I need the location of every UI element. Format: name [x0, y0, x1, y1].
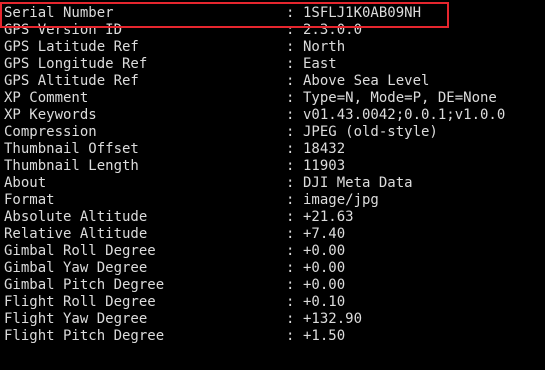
metadata-separator: : [286, 294, 295, 310]
metadata-separator: : [286, 158, 295, 174]
metadata-label: Gimbal Roll Degree [4, 243, 156, 259]
metadata-row-absolute-altitude: Absolute Altitude : +21.63 [0, 209, 545, 226]
metadata-value: +1.50 [303, 328, 346, 344]
metadata-row-relative-altitude: Relative Altitude : +7.40 [0, 226, 545, 243]
metadata-separator: : [286, 226, 295, 242]
metadata-row-gps-altitude-ref: GPS Altitude Ref : Above Sea Level [0, 73, 545, 90]
metadata-value: Type=N, Mode=P, DE=None [303, 90, 497, 106]
metadata-row-thumbnail-length: Thumbnail Length : 11903 [0, 158, 545, 175]
metadata-row-xp-keywords: XP Keywords : v01.43.0042;0.0.1;v1.0.0 [0, 107, 545, 124]
metadata-label: Gimbal Yaw Degree [4, 260, 148, 276]
metadata-label: Format [4, 192, 55, 208]
metadata-value: +0.00 [303, 243, 346, 259]
metadata-value: 1SFLJ1K0AB09NH [303, 5, 422, 21]
metadata-row-gimbal-pitch-degree: Gimbal Pitch Degree : +0.00 [0, 277, 545, 294]
metadata-value: +21.63 [303, 209, 354, 225]
metadata-separator: : [286, 124, 295, 140]
metadata-separator: : [286, 328, 295, 344]
metadata-value: +7.40 [303, 226, 346, 242]
metadata-value: +0.10 [303, 294, 346, 310]
metadata-label: Absolute Altitude [4, 209, 148, 225]
metadata-label: GPS Longitude Ref [4, 56, 148, 72]
metadata-separator: : [286, 90, 295, 106]
metadata-row-thumbnail-offset: Thumbnail Offset : 18432 [0, 141, 545, 158]
metadata-label: Flight Roll Degree [4, 294, 156, 310]
metadata-label: About [4, 175, 47, 191]
metadata-value: East [303, 56, 337, 72]
metadata-value: DJI Meta Data [303, 175, 413, 191]
metadata-value: 11903 [303, 158, 346, 174]
metadata-value: v01.43.0042;0.0.1;v1.0.0 [303, 107, 506, 123]
metadata-row-gps-longitude-ref: GPS Longitude Ref : East [0, 56, 545, 73]
metadata-separator: : [286, 209, 295, 225]
metadata-label: Serial Number [4, 5, 114, 21]
metadata-separator: : [286, 277, 295, 293]
terminal-window: Serial Number : 1SFLJ1K0AB09NH GPS Versi… [0, 0, 545, 370]
metadata-separator: : [286, 107, 295, 123]
metadata-label: Thumbnail Length [4, 158, 139, 174]
metadata-separator: : [286, 73, 295, 89]
metadata-row-compression: Compression : JPEG (old-style) [0, 124, 545, 141]
metadata-label: XP Keywords [4, 107, 97, 123]
metadata-row-about: About : DJI Meta Data [0, 175, 545, 192]
metadata-row-flight-yaw-degree: Flight Yaw Degree : +132.90 [0, 311, 545, 328]
metadata-label: Compression [4, 124, 97, 140]
metadata-value: JPEG (old-style) [303, 124, 438, 140]
metadata-value: 2.3.0.0 [303, 22, 363, 38]
metadata-label: Gimbal Pitch Degree [4, 277, 165, 293]
metadata-separator: : [286, 243, 295, 259]
metadata-label: Flight Pitch Degree [4, 328, 165, 344]
metadata-label: GPS Altitude Ref [4, 73, 139, 89]
metadata-label: GPS Latitude Ref [4, 39, 139, 55]
metadata-value: +0.00 [303, 277, 346, 293]
metadata-value: Above Sea Level [303, 73, 430, 89]
metadata-row-gimbal-yaw-degree: Gimbal Yaw Degree : +0.00 [0, 260, 545, 277]
metadata-separator: : [286, 192, 295, 208]
metadata-row-flight-roll-degree: Flight Roll Degree : +0.10 [0, 294, 545, 311]
metadata-separator: : [286, 39, 295, 55]
metadata-separator: : [286, 22, 295, 38]
metadata-label: Relative Altitude [4, 226, 148, 242]
metadata-label: GPS Version ID [4, 22, 123, 38]
metadata-separator: : [286, 141, 295, 157]
metadata-row-gimbal-roll-degree: Gimbal Roll Degree : +0.00 [0, 243, 545, 260]
metadata-separator: : [286, 56, 295, 72]
metadata-row-flight-pitch-degree: Flight Pitch Degree : +1.50 [0, 328, 545, 345]
metadata-row-gps-version-id: GPS Version ID : 2.3.0.0 [0, 22, 545, 39]
metadata-separator: : [286, 175, 295, 191]
metadata-value: North [303, 39, 346, 55]
terminal-bottom-edge [0, 364, 545, 370]
metadata-label: Flight Yaw Degree [4, 311, 148, 327]
metadata-row-serial-number: Serial Number : 1SFLJ1K0AB09NH [0, 5, 545, 22]
metadata-value: 18432 [303, 141, 346, 157]
metadata-label: XP Comment [4, 90, 89, 106]
metadata-row-gps-latitude-ref: GPS Latitude Ref : North [0, 39, 545, 56]
metadata-list: Serial Number : 1SFLJ1K0AB09NH GPS Versi… [0, 5, 545, 345]
metadata-value: +0.00 [303, 260, 346, 276]
metadata-separator: : [286, 5, 295, 21]
metadata-row-xp-comment: XP Comment : Type=N, Mode=P, DE=None [0, 90, 545, 107]
metadata-separator: : [286, 311, 295, 327]
metadata-row-format: Format : image/jpg [0, 192, 545, 209]
metadata-label: Thumbnail Offset [4, 141, 139, 157]
metadata-value: +132.90 [303, 311, 363, 327]
metadata-value: image/jpg [303, 192, 379, 208]
metadata-separator: : [286, 260, 295, 276]
